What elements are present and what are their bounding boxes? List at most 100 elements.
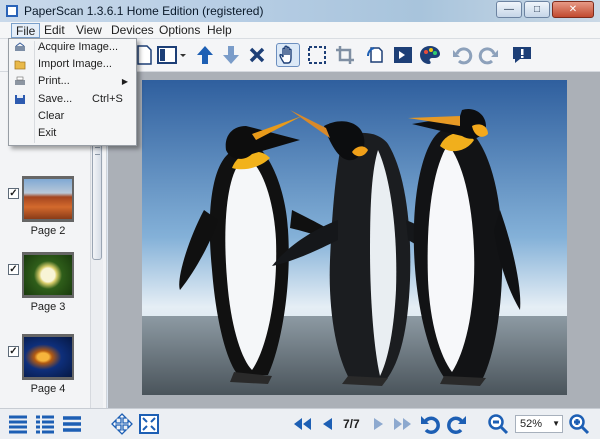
move-up-button[interactable] <box>193 43 217 67</box>
page-indicator: 7/7 <box>343 417 360 431</box>
thumbnail-caption: Page 2 <box>30 225 66 237</box>
app-icon <box>6 5 18 17</box>
menu-item-shortcut: Ctrl+S <box>92 93 123 105</box>
menu-options[interactable]: Options <box>155 23 204 38</box>
arrow-up-icon <box>197 46 213 64</box>
zoom-out-button[interactable] <box>486 412 510 436</box>
crop-button[interactable] <box>333 43 357 67</box>
menu-view[interactable]: View <box>72 23 106 38</box>
chevron-down-icon: ▼ <box>552 419 560 428</box>
grip-icon <box>95 147 100 155</box>
last-page-button[interactable] <box>391 412 415 436</box>
info-button[interactable] <box>510 43 534 67</box>
title-bar: PaperScan 1.3.6.1 Home Edition (register… <box>0 0 600 22</box>
fit-page-button[interactable] <box>137 412 161 436</box>
menu-item-label: Save... <box>38 93 73 105</box>
menu-help[interactable]: Help <box>203 23 236 38</box>
menu-item-print[interactable]: Print... ▶ <box>11 73 134 90</box>
info-speech-icon <box>513 47 531 63</box>
next-page-button[interactable] <box>366 412 390 436</box>
page-layout-icon <box>157 46 186 64</box>
zoom-out-icon <box>488 414 509 435</box>
minimize-button[interactable]: — <box>496 1 522 18</box>
thumbnail-image <box>22 252 74 298</box>
selection-rectangle-icon <box>308 46 326 64</box>
zoom-value: 52% <box>520 418 543 430</box>
menu-item-acquire-image[interactable]: Acquire Image... <box>11 39 134 56</box>
page-checkbox[interactable]: ✓ <box>8 346 19 357</box>
menu-item-label: Acquire Image... <box>38 41 119 53</box>
next-icon <box>374 418 383 430</box>
submenu-arrow-icon: ▶ <box>121 77 128 86</box>
list-view-button[interactable] <box>6 412 30 436</box>
rotate-left-button[interactable] <box>418 412 442 436</box>
select-tool-button[interactable] <box>305 43 329 67</box>
rotate-page-icon <box>367 47 383 63</box>
move-arrows-icon <box>111 413 133 435</box>
minimize-icon: — <box>504 4 514 15</box>
zoom-in-button[interactable] <box>567 412 591 436</box>
list-view-icon <box>9 415 27 434</box>
compact-view-button[interactable] <box>60 412 84 436</box>
rotate-right-button[interactable] <box>445 412 469 436</box>
hand-icon <box>279 45 292 64</box>
file-menu-dropdown: Acquire Image... Import Image... Print..… <box>8 38 137 146</box>
detail-view-button[interactable] <box>33 412 57 436</box>
menu-file[interactable]: File <box>11 23 41 38</box>
printer-icon <box>15 76 25 85</box>
undo-icon <box>453 47 473 65</box>
redo-button[interactable] <box>477 43 501 67</box>
move-down-button[interactable] <box>219 43 243 67</box>
rewind-icon <box>294 418 311 430</box>
thumbnail-image <box>22 334 74 380</box>
rotate-button[interactable] <box>364 43 388 67</box>
undo-button[interactable] <box>450 43 474 67</box>
rotate-right-icon <box>447 416 466 435</box>
close-icon: ✕ <box>568 4 578 15</box>
folder-open-icon <box>14 60 26 70</box>
navigation-bar: 7/7 52% ▼ <box>0 408 600 439</box>
previous-page-button[interactable] <box>316 412 340 436</box>
first-page-button[interactable] <box>290 412 314 436</box>
zoom-in-icon <box>569 414 590 435</box>
maximize-button[interactable]: □ <box>524 1 550 18</box>
page-layout-button[interactable] <box>155 43 187 67</box>
menu-item-label: Exit <box>38 127 57 139</box>
menu-item-clear[interactable]: Clear <box>11 108 134 125</box>
palette-icon <box>420 46 440 64</box>
penguins-photo <box>142 80 567 395</box>
move-tool-button[interactable] <box>110 412 134 436</box>
delete-x-icon <box>249 47 265 63</box>
thumbnail-caption: Page 4 <box>30 383 66 395</box>
zoom-select[interactable]: 52% ▼ <box>515 415 563 433</box>
fast-forward-icon <box>394 418 411 430</box>
scanned-image <box>142 80 567 395</box>
floppy-disk-icon <box>15 95 25 104</box>
menu-edit[interactable]: Edit <box>40 23 69 38</box>
compact-list-icon <box>63 416 81 432</box>
menu-devices[interactable]: Devices <box>107 23 158 38</box>
pan-tool-button[interactable] <box>276 43 300 67</box>
page-checkbox[interactable]: ✓ <box>8 264 19 275</box>
scanner-icon <box>15 42 25 51</box>
image-viewer[interactable] <box>108 72 600 408</box>
maximize-icon: □ <box>533 4 541 15</box>
close-button[interactable]: ✕ <box>552 1 594 18</box>
thumbnail-image <box>22 176 74 222</box>
menu-item-save[interactable]: Save... Ctrl+S <box>11 91 134 108</box>
crop-icon <box>336 46 354 64</box>
page-checkbox[interactable]: ✓ <box>8 188 19 199</box>
menu-item-label: Clear <box>38 110 65 122</box>
previous-icon <box>323 418 332 430</box>
thumbnail-caption: Page 3 <box>30 301 66 313</box>
menu-item-exit[interactable]: Exit <box>11 125 134 142</box>
menu-bar: File Edit View Devices Options Help <box>0 22 600 39</box>
rotate-left-icon <box>421 416 440 435</box>
menu-item-label: Import Image... <box>38 58 112 70</box>
color-palette-button[interactable] <box>418 43 442 67</box>
delete-button[interactable] <box>245 43 269 67</box>
window-controls: — □ ✕ <box>496 1 594 18</box>
adjust-button[interactable] <box>391 43 415 67</box>
window-title: PaperScan 1.3.6.1 Home Edition (register… <box>24 4 264 18</box>
menu-item-import-image[interactable]: Import Image... <box>11 56 134 73</box>
